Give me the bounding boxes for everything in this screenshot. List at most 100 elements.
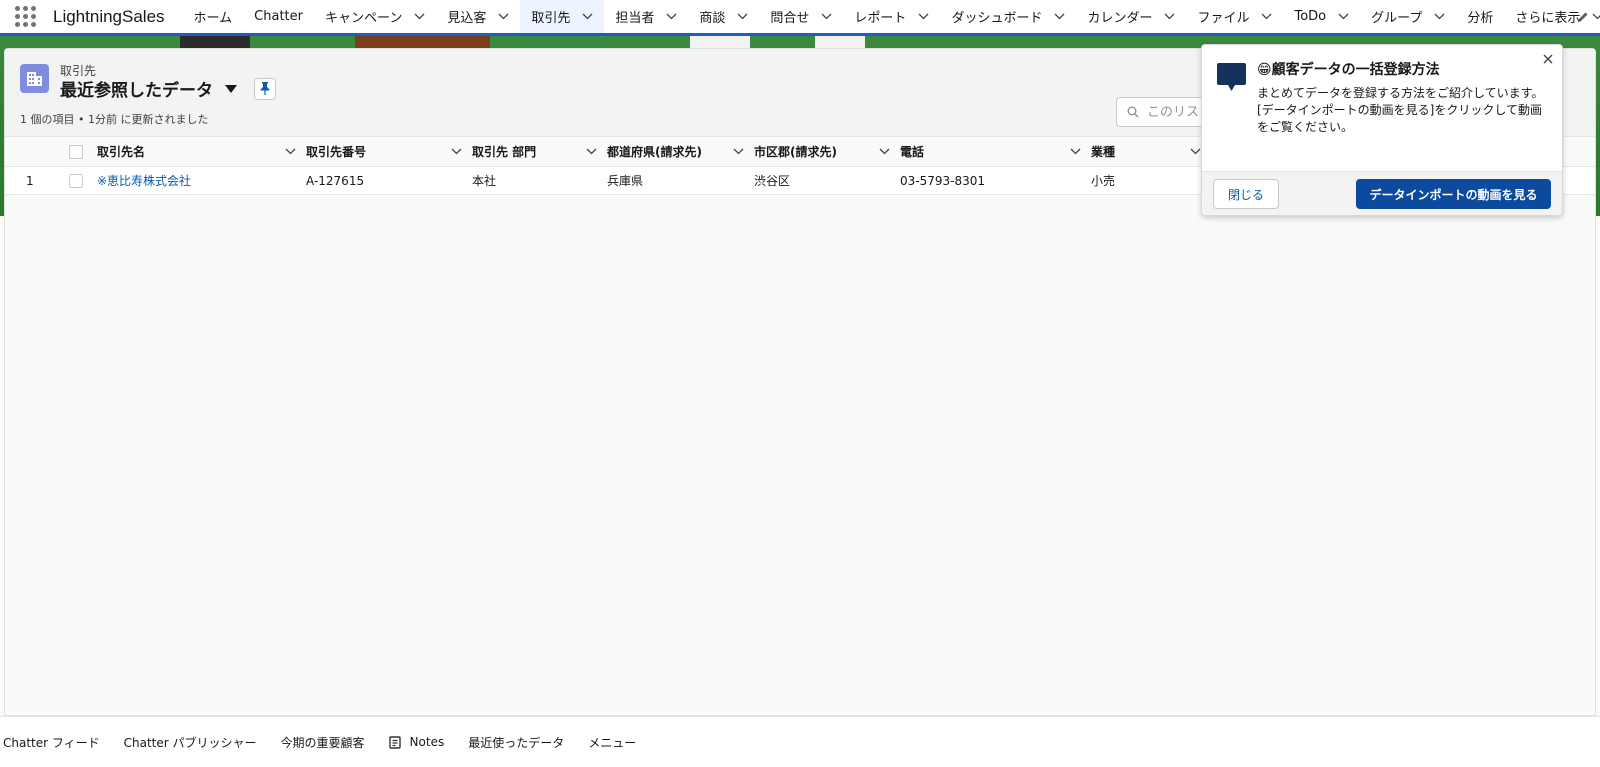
nav-tab-6[interactable]: 商談: [688, 0, 759, 33]
pin-icon: [260, 82, 270, 95]
utility-item-2[interactable]: 今期の重要顧客: [269, 734, 377, 751]
chevron-down-icon[interactable]: [1070, 148, 1081, 155]
nav-tab-14[interactable]: 分析: [1456, 0, 1504, 33]
nav-tab-10[interactable]: カレンダー: [1076, 0, 1186, 33]
chevron-down-icon[interactable]: [1164, 11, 1175, 22]
pin-list-button[interactable]: [254, 77, 276, 100]
chevron-down-icon[interactable]: [1338, 11, 1349, 22]
chevron-down-icon[interactable]: [737, 11, 748, 22]
utility-item-5[interactable]: メニュー: [576, 734, 648, 751]
close-icon[interactable]: [1542, 53, 1554, 65]
nav-tab-12[interactable]: ToDo: [1283, 0, 1360, 33]
column-header-label: 取引先 部門: [472, 145, 537, 159]
column-header-industry[interactable]: 業種: [1091, 143, 1211, 160]
popover-title: 😁顧客データの一括登録方法: [1257, 62, 1440, 78]
nav-tab-label: ホーム: [193, 11, 233, 26]
nav-tab-label: キャンペーン: [324, 11, 403, 26]
chevron-down-icon[interactable]: [414, 11, 425, 22]
nav-tab-label: Chatter: [254, 9, 303, 24]
nav-tab-7[interactable]: 問合せ: [759, 0, 843, 33]
chevron-down-icon[interactable]: [1434, 11, 1445, 22]
utility-item-1[interactable]: Chatter パブリッシャー: [112, 734, 269, 751]
chevron-down-icon[interactable]: [1190, 148, 1201, 155]
select-all-cell: [55, 144, 97, 159]
nav-tab-4[interactable]: 取引先: [520, 0, 605, 33]
chevron-down-icon[interactable]: [1592, 11, 1600, 22]
utility-item-label: メニュー: [588, 735, 637, 750]
column-header-label: 都道府県(請求先): [607, 145, 702, 159]
nav-tab-11[interactable]: ファイル: [1186, 0, 1283, 33]
column-header-account-name[interactable]: 取引先名: [97, 143, 306, 160]
nav-tab-13[interactable]: グループ: [1360, 0, 1456, 33]
close-button[interactable]: 閉じる: [1213, 179, 1279, 209]
nav-tab-0[interactable]: ホーム: [183, 0, 244, 33]
chevron-down-icon[interactable]: [1261, 11, 1272, 22]
nav-tab-9[interactable]: ダッシュボード: [940, 0, 1076, 33]
chevron-down-icon[interactable]: [451, 148, 462, 155]
nav-tab-label: 問合せ: [770, 11, 810, 26]
popover-body: まとめてデータを登録する方法をご紹介しています。[データインポートの動画を見る]…: [1257, 86, 1544, 134]
chevron-down-icon[interactable]: [821, 11, 832, 22]
chevron-down-icon[interactable]: [498, 11, 509, 22]
nav-tab-label: さらに表示: [1515, 11, 1581, 26]
app-launcher-icon[interactable]: [15, 5, 36, 28]
utility-item-3[interactable]: Notes: [377, 735, 457, 749]
select-all-checkbox[interactable]: [69, 144, 83, 159]
nav-tab-bar: ホーム Chatter キャンペーン 見込客 取引先 担当者 商談 問合せ レポート ダッシュボー…: [183, 0, 1600, 33]
nav-tab-2[interactable]: キャンペーン: [314, 0, 436, 33]
account-object-icon: [20, 64, 49, 93]
nav-tab-label: 商談: [699, 11, 726, 26]
utility-bar: Chatter フィード Chatter パブリッシャー 今期の重要顧客 Notes 最…: [0, 716, 1600, 767]
banner-decoration: [180, 36, 250, 48]
chevron-down-icon[interactable]: [918, 11, 929, 22]
cell-industry: 小売: [1091, 174, 1116, 188]
banner-decoration: [355, 36, 490, 48]
chevron-down-icon[interactable]: [1054, 11, 1065, 22]
column-header-account-number[interactable]: 取引先番号: [306, 143, 472, 160]
column-header-label: 取引先番号: [306, 145, 367, 159]
nav-tab-5[interactable]: 担当者: [604, 0, 688, 33]
chat-bubble-icon: [1217, 63, 1246, 91]
column-header-label: 業種: [1091, 145, 1116, 159]
nav-tab-1[interactable]: Chatter: [243, 0, 314, 33]
row-checkbox[interactable]: [69, 173, 83, 188]
cell-account-name: ※恵比寿株式会社: [97, 172, 306, 189]
caret-down-icon[interactable]: [225, 84, 237, 93]
utility-item-4[interactable]: 最近使ったデータ: [456, 734, 576, 751]
row-number: 1: [26, 173, 34, 188]
app-name: LightningSales: [53, 6, 165, 26]
account-name-link[interactable]: ※恵比寿株式会社: [97, 174, 191, 188]
utility-item-0[interactable]: Chatter フィード: [0, 734, 112, 751]
column-header-billing-city[interactable]: 市区郡(請求先): [754, 143, 900, 160]
chevron-down-icon[interactable]: [586, 148, 597, 155]
column-header-account-site[interactable]: 取引先 部門: [472, 143, 607, 160]
chevron-down-icon[interactable]: [733, 148, 744, 155]
column-header-label: 市区郡(請求先): [754, 145, 837, 159]
column-header-phone[interactable]: 電話: [900, 143, 1091, 160]
cell-account-number: A-127615: [306, 173, 365, 188]
utility-item-label: 最近使ったデータ: [468, 735, 565, 750]
watch-import-video-button[interactable]: データインポートの動画を見る: [1356, 179, 1551, 209]
utility-item-label: 今期の重要顧客: [280, 735, 365, 750]
nav-tab-3[interactable]: 見込客: [436, 0, 520, 33]
banner-decoration: [690, 36, 750, 48]
nav-tab-8[interactable]: レポート: [843, 0, 940, 33]
utility-item-label: Chatter パブリッシャー: [123, 735, 257, 750]
chevron-down-icon[interactable]: [879, 148, 890, 155]
utility-item-label: Chatter フィード: [3, 735, 100, 750]
cell-billing-state: 兵庫県: [607, 174, 644, 188]
cell-phone: 03-5793-8301: [900, 173, 986, 188]
list-view-title[interactable]: 最近参照したデータ: [60, 76, 213, 101]
cell-account-site: 本社: [472, 174, 497, 188]
list-status-text: 1 個の項目 • 1分前 に更新されました: [20, 113, 209, 126]
list-view-switcher[interactable]: 最近参照したデータ: [60, 76, 276, 101]
nav-tab-label: ダッシュボード: [951, 11, 1043, 26]
nav-tab-label: ToDo: [1294, 9, 1327, 24]
chevron-down-icon[interactable]: [582, 11, 593, 22]
chevron-down-icon[interactable]: [666, 11, 677, 22]
chevron-down-icon[interactable]: [285, 148, 296, 155]
nav-tab-label: レポート: [854, 11, 907, 26]
edit-nav-icon[interactable]: [1576, 10, 1590, 24]
prompt-popover: 😁顧客データの一括登録方法 まとめてデータを登録する方法をご紹介しています。[デ…: [1201, 44, 1563, 216]
column-header-billing-state[interactable]: 都道府県(請求先): [607, 143, 754, 160]
